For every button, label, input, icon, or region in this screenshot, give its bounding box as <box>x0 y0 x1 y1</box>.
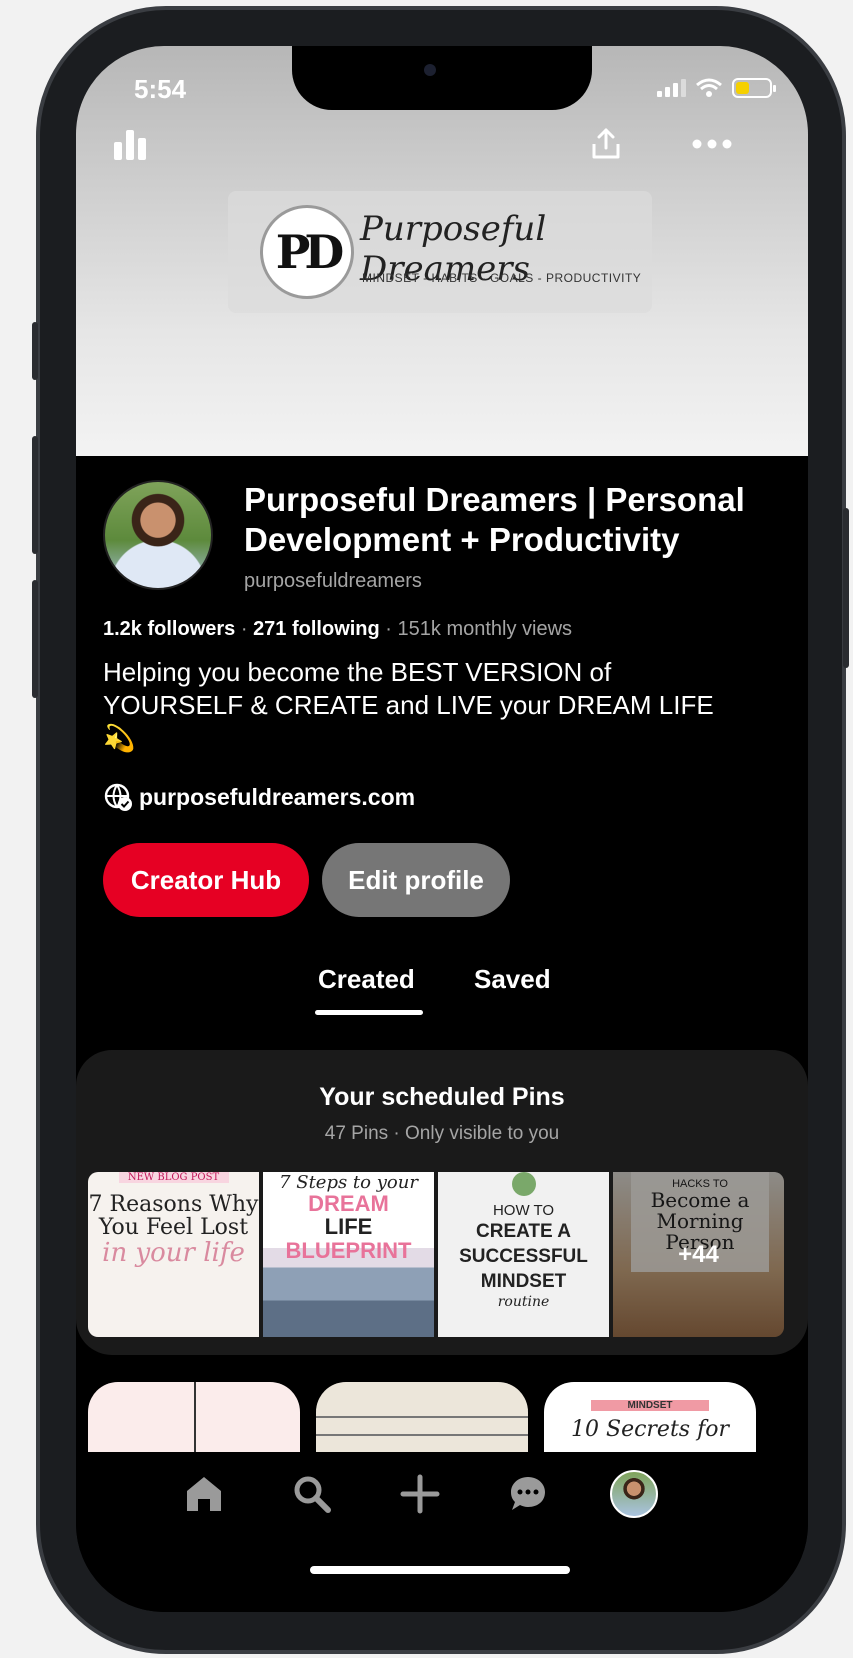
thumb-text: LIFE <box>324 1214 373 1239</box>
thumb-text: routine <box>497 1294 550 1310</box>
thumb-text: 7 Steps to your <box>279 1172 418 1193</box>
thumb-text: in your life <box>102 1238 245 1268</box>
thumb-text: 7 Reasons Why You Feel Lost <box>88 1192 259 1240</box>
thumb-tag: NEW BLOG POST <box>118 1172 229 1183</box>
creator-hub-button[interactable]: Creator Hub <box>103 843 309 917</box>
cover-logo: PD Purposeful Dreamers MINDSET - HABITS … <box>228 191 652 313</box>
logo-tagline: MINDSET - HABITS - GOALS - PRODUCTIVITY <box>362 271 642 285</box>
share-icon <box>592 128 620 159</box>
more-icon <box>692 139 732 149</box>
scheduled-pin-thumb[interactable]: HOW TO CREATE A SUCCESSFUL MINDSET routi… <box>438 1172 609 1337</box>
thumb-text: DREAM <box>308 1191 389 1216</box>
more-options-button[interactable] <box>686 122 738 166</box>
verified-globe-icon <box>104 783 132 811</box>
chat-bubble-icon <box>511 1477 545 1510</box>
pin-label: MINDSET <box>591 1400 709 1411</box>
power-button <box>843 508 849 668</box>
stats-separator: · <box>235 618 254 640</box>
stats-separator: · <box>379 618 398 640</box>
thumb-text: HOW TO <box>492 1202 555 1219</box>
more-pins-count: +44 <box>613 1172 784 1337</box>
cellular-signal-icon <box>657 79 686 97</box>
leaf-icon <box>511 1172 536 1196</box>
followers-count[interactable]: 1.2k followers <box>103 618 235 640</box>
website-url: purposefuldreamers.com <box>139 783 416 810</box>
tab-saved[interactable]: Saved <box>474 964 551 995</box>
scheduled-pins-title: Your scheduled Pins <box>319 1083 565 1111</box>
status-icons <box>657 78 776 98</box>
pin-card[interactable]: MINDSET 10 Secrets for <box>544 1382 756 1452</box>
battery-icon <box>732 78 776 98</box>
pin-text: 10 Secrets for <box>571 1417 729 1442</box>
thumb-text: BLUEPRINT <box>285 1238 412 1263</box>
scheduled-pin-thumb[interactable]: 7 Steps to your DREAM LIFE BLUEPRINT <box>263 1172 434 1337</box>
edit-profile-button[interactable]: Edit profile <box>322 843 510 917</box>
nav-profile[interactable] <box>608 1468 660 1520</box>
analytics-button[interactable] <box>108 122 152 166</box>
volume-up-button <box>32 436 38 554</box>
share-button[interactable] <box>584 122 628 166</box>
profile-name: Purposeful Dreamers | Personal Developme… <box>244 481 745 558</box>
profile-avatar-icon <box>610 1470 658 1518</box>
plus-icon <box>400 1474 440 1514</box>
scheduled-pins-card[interactable]: Your scheduled Pins 47 Pins · Only visib… <box>76 1050 808 1355</box>
profile-stats: 1.2k followers · 271 following · 151k mo… <box>103 618 572 641</box>
monthly-views: 151k monthly views <box>397 618 573 640</box>
scheduled-pin-thumb[interactable]: HACKS TO Become a Morning Person +44 <box>613 1172 784 1337</box>
following-count[interactable]: 271 following <box>253 618 380 640</box>
scheduled-pin-thumb[interactable]: NEW BLOG POST 7 Reasons Why You Feel Los… <box>88 1172 259 1337</box>
logo-monogram: PD <box>260 205 354 299</box>
home-indicator[interactable] <box>310 1566 570 1574</box>
status-time: 5:54 <box>134 74 187 104</box>
notch <box>292 46 592 110</box>
bar-chart-icon <box>114 130 146 160</box>
profile-avatar[interactable] <box>103 480 213 590</box>
profile-handle: purposefuldreamers <box>244 570 422 592</box>
screen: 5:54 PD Purposeful Dreamers MINDSET - HA… <box>76 46 808 1612</box>
bottom-nav <box>76 1452 808 1612</box>
wifi-icon <box>696 78 722 97</box>
nav-messages[interactable] <box>502 1468 554 1520</box>
scheduled-pins-thumbnails: NEW BLOG POST 7 Reasons Why You Feel Los… <box>88 1172 784 1337</box>
pin-card[interactable] <box>88 1382 300 1452</box>
front-camera <box>424 64 436 76</box>
nav-search[interactable] <box>286 1468 338 1520</box>
website-link[interactable]: purposefuldreamers.com <box>103 782 415 812</box>
mute-switch <box>32 322 38 380</box>
thumb-text: CREATE A SUCCESSFUL MINDSET <box>459 1221 588 1292</box>
home-icon <box>187 1477 221 1511</box>
scheduled-pins-subtitle: 47 Pins · Only visible to you <box>324 1123 560 1144</box>
active-tab-indicator <box>315 1010 423 1015</box>
pin-card[interactable] <box>316 1382 528 1452</box>
tab-created[interactable]: Created <box>318 964 415 995</box>
profile-bio: Helping you become the BEST VERSION of Y… <box>103 657 714 753</box>
nav-create[interactable] <box>394 1468 446 1520</box>
nav-home[interactable] <box>178 1468 230 1520</box>
volume-down-button <box>32 580 38 698</box>
search-icon <box>294 1476 331 1513</box>
